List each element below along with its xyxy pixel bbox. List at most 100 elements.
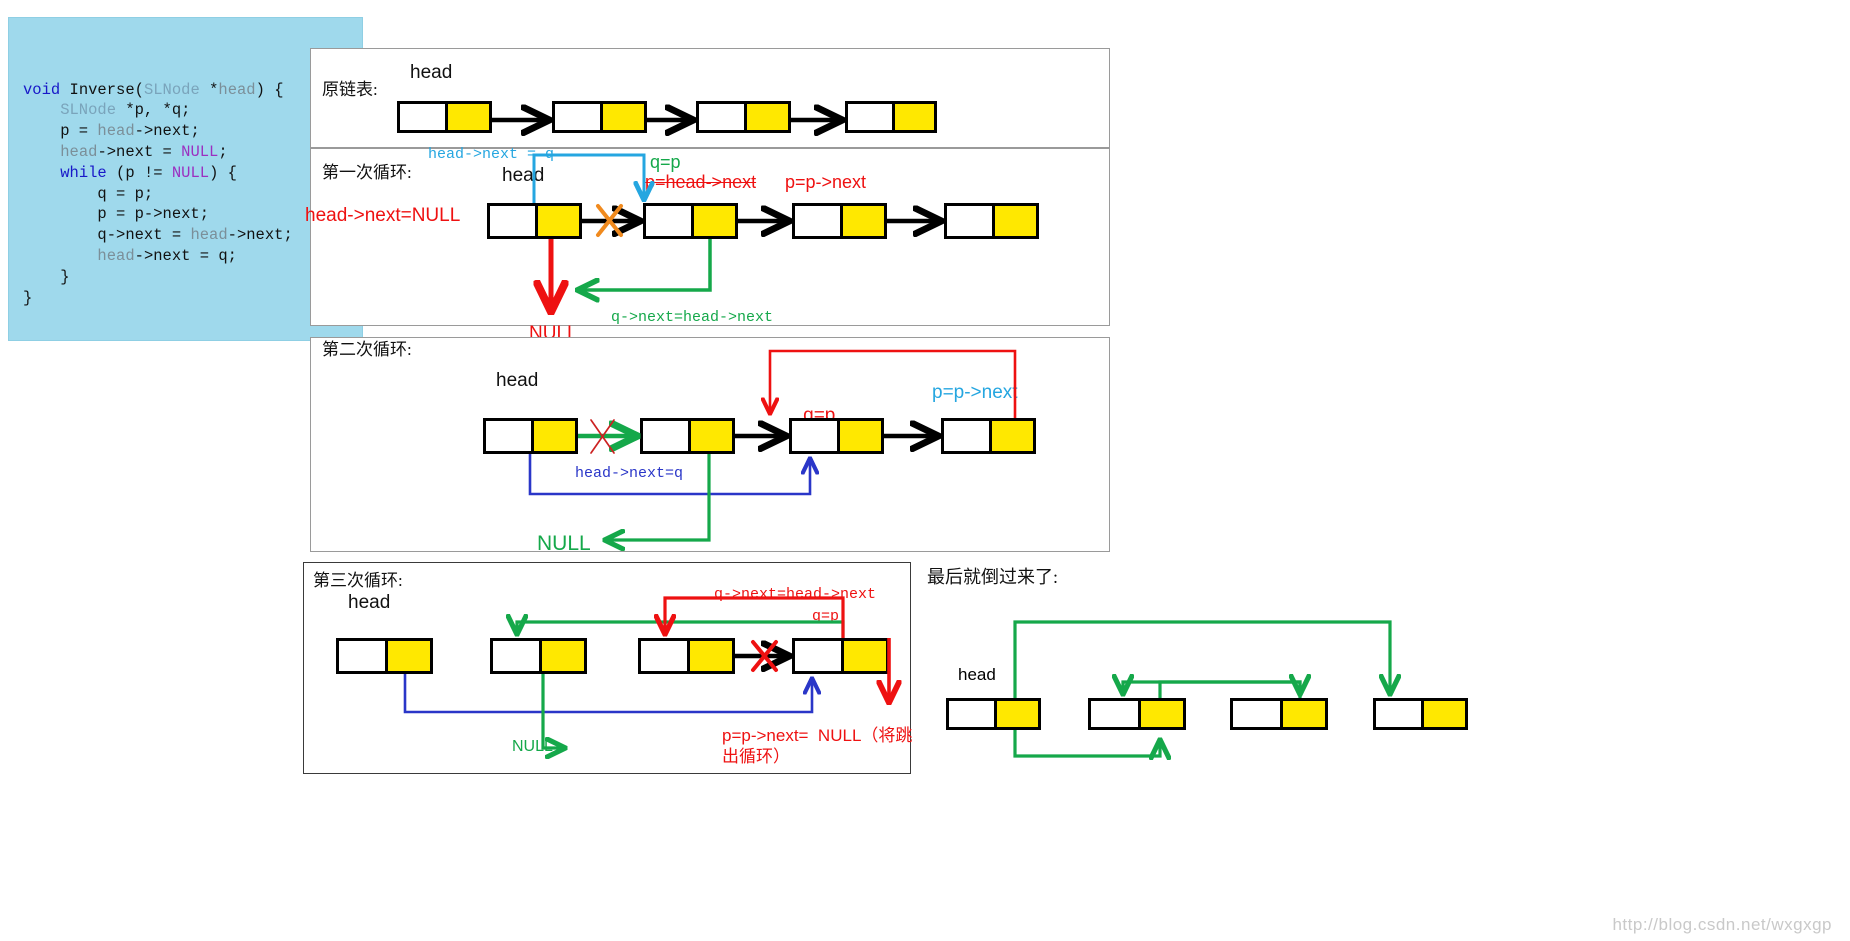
panel4-label-p-eq-p-next-2: 出循环） — [722, 747, 790, 766]
node-data — [792, 421, 837, 451]
node — [696, 101, 791, 133]
node-data — [795, 641, 842, 671]
code-token: SLNode — [143, 80, 210, 99]
node-pointer — [534, 206, 579, 236]
node-data — [947, 206, 992, 236]
code-token: ( — [134, 80, 144, 99]
panel2-label-head-next-null: head->next=NULL — [305, 205, 461, 226]
code-token: head — [60, 142, 98, 161]
node-pointer — [839, 206, 884, 236]
panel2-head-label: head — [502, 165, 545, 186]
node-pointer — [690, 206, 735, 236]
panel4-label-p-eq-p-next-1: p=p->next= NULL（将跳 — [722, 726, 913, 745]
node-data — [1233, 701, 1280, 727]
node-pointer — [1137, 701, 1183, 727]
code-token: *p, *q; — [125, 101, 191, 120]
node-data — [848, 104, 892, 130]
node — [490, 638, 587, 674]
panel4-caption: 第三次循环: — [313, 571, 403, 590]
panel3-label-null: NULL — [537, 532, 591, 555]
code-token: SLNode — [23, 101, 126, 120]
node — [789, 418, 884, 454]
node — [792, 203, 887, 239]
node-pointer — [841, 641, 886, 671]
panel2-label-p-eq-p-next: p=p->next — [785, 172, 867, 192]
node — [941, 418, 1036, 454]
node-pointer — [1279, 701, 1325, 727]
code-token: ->next = q; — [134, 246, 237, 265]
node-data — [486, 421, 531, 451]
panel4-label-q-eq-p: q=p — [812, 608, 840, 625]
node — [397, 101, 492, 133]
panel2-label-p-eq-head-next: p=head->next — [645, 172, 757, 192]
panel4-label-null: NULL — [512, 738, 553, 755]
node-pointer — [687, 421, 732, 451]
code-token: ) { — [255, 80, 284, 99]
node-data — [699, 104, 744, 130]
code-token: ; — [218, 142, 228, 161]
panel2-label-q-eq-p: q=p — [650, 152, 681, 172]
code-token: head — [97, 246, 135, 265]
panel3-head-label: head — [496, 370, 539, 391]
code-token: (p != — [106, 163, 172, 182]
node — [483, 418, 578, 454]
code-token: q->next = — [23, 226, 191, 245]
node-data — [1376, 701, 1421, 727]
code-token: p = — [23, 122, 98, 141]
node-pointer — [599, 104, 644, 130]
code-token: ->next; — [227, 226, 293, 245]
node — [487, 203, 582, 239]
node-data — [944, 421, 989, 451]
code-token: ->next; — [134, 122, 200, 141]
watermark: http://blog.csdn.net/wxgxgp — [1612, 915, 1832, 934]
code-token: NULL — [181, 142, 219, 161]
node-pointer — [444, 104, 489, 130]
node-data — [795, 206, 840, 236]
panel1-head-label: head — [410, 62, 453, 83]
code-token: ->next = — [97, 142, 182, 161]
node-data — [339, 641, 386, 671]
node-pointer — [530, 421, 575, 451]
panel2-label-q-next-head-next: q->next=head->next — [611, 309, 774, 326]
node-data — [643, 421, 688, 451]
node-data — [641, 641, 688, 671]
node-pointer — [687, 641, 732, 671]
code-token: head — [218, 80, 256, 99]
node — [1373, 698, 1468, 730]
panel4-label-q-next-head-next: q->next=head->next — [714, 586, 877, 603]
code-token: } — [23, 288, 33, 307]
code-token: head — [97, 122, 135, 141]
node-data — [646, 206, 691, 236]
node — [640, 418, 735, 454]
node — [638, 638, 735, 674]
code-token: ) { — [209, 163, 237, 182]
node — [946, 698, 1041, 730]
node — [552, 101, 647, 133]
code-token: head — [190, 226, 228, 245]
node — [845, 101, 937, 133]
panel5-head-label: head — [958, 665, 996, 684]
node — [944, 203, 1039, 239]
node-pointer — [993, 701, 1038, 727]
code-token: q = p; — [23, 184, 154, 203]
diagram-canvas: void Inverse(SLNode *head) { SLNode *p, … — [0, 0, 1850, 941]
node-pointer — [988, 421, 1033, 451]
node — [643, 203, 738, 239]
panel3-label-head-next-q: head->next=q — [575, 465, 684, 482]
node-pointer — [743, 104, 788, 130]
node-pointer — [991, 206, 1036, 236]
node-pointer — [891, 104, 934, 130]
panel5-caption: 最后就倒过来了: — [927, 567, 1059, 587]
node — [1230, 698, 1328, 730]
panel2-caption: 第一次循环: — [322, 163, 412, 182]
code-token: } — [23, 267, 70, 286]
node-pointer — [539, 641, 584, 671]
node-data — [490, 206, 535, 236]
panel4-head-label: head — [348, 592, 391, 613]
panel2-label-head-next-q: head->next = q — [428, 146, 555, 163]
node-data — [400, 104, 445, 130]
node-data — [949, 701, 994, 727]
